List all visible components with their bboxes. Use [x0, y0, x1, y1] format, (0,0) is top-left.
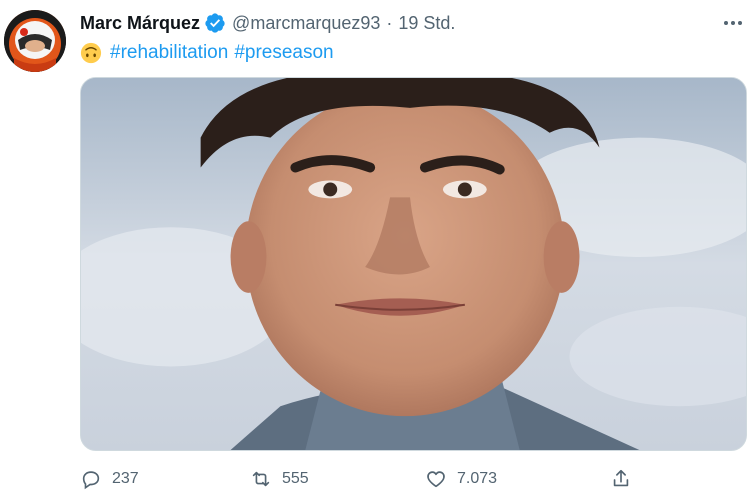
like-button[interactable]: 7.073	[425, 462, 497, 496]
like-count: 7.073	[457, 470, 498, 487]
share-button[interactable]	[610, 462, 642, 496]
tweet-header: Marc Márquez @marcmarquez93 · 19 Std.	[80, 10, 455, 36]
separator-dot: ·	[386, 12, 393, 33]
heart-icon	[427, 471, 445, 488]
share-icon	[613, 469, 629, 487]
tweet-photo[interactable]	[80, 77, 747, 451]
tweet-actions: 237 555 7.073	[80, 462, 747, 496]
more-options-icon[interactable]	[718, 12, 748, 34]
hashtag-link[interactable]: #rehabilitation	[110, 42, 228, 64]
author-name[interactable]: Marc Márquez	[80, 13, 200, 34]
reply-count: 237	[112, 470, 139, 487]
retweet-button[interactable]: 555	[250, 462, 309, 496]
avatar[interactable]	[4, 10, 66, 72]
selfie-photo	[81, 78, 746, 450]
tweet-text: #rehabilitation #preseason	[80, 40, 340, 66]
retweet-icon	[252, 471, 270, 487]
retweet-count: 555	[282, 470, 309, 487]
tweet[interactable]: Marc Márquez @marcmarquez93 · 19 Std. #r…	[0, 0, 750, 500]
reply-icon	[82, 471, 100, 490]
tweet-timestamp[interactable]: 19 Std.	[398, 13, 455, 34]
verified-badge-icon	[204, 12, 226, 34]
hashtag-link[interactable]: #preseason	[234, 42, 333, 64]
upside-down-face-icon	[80, 42, 102, 64]
helmet-avatar-icon	[4, 10, 66, 72]
author-handle[interactable]: @marcmarquez93	[232, 13, 380, 34]
reply-button[interactable]: 237	[80, 462, 139, 496]
